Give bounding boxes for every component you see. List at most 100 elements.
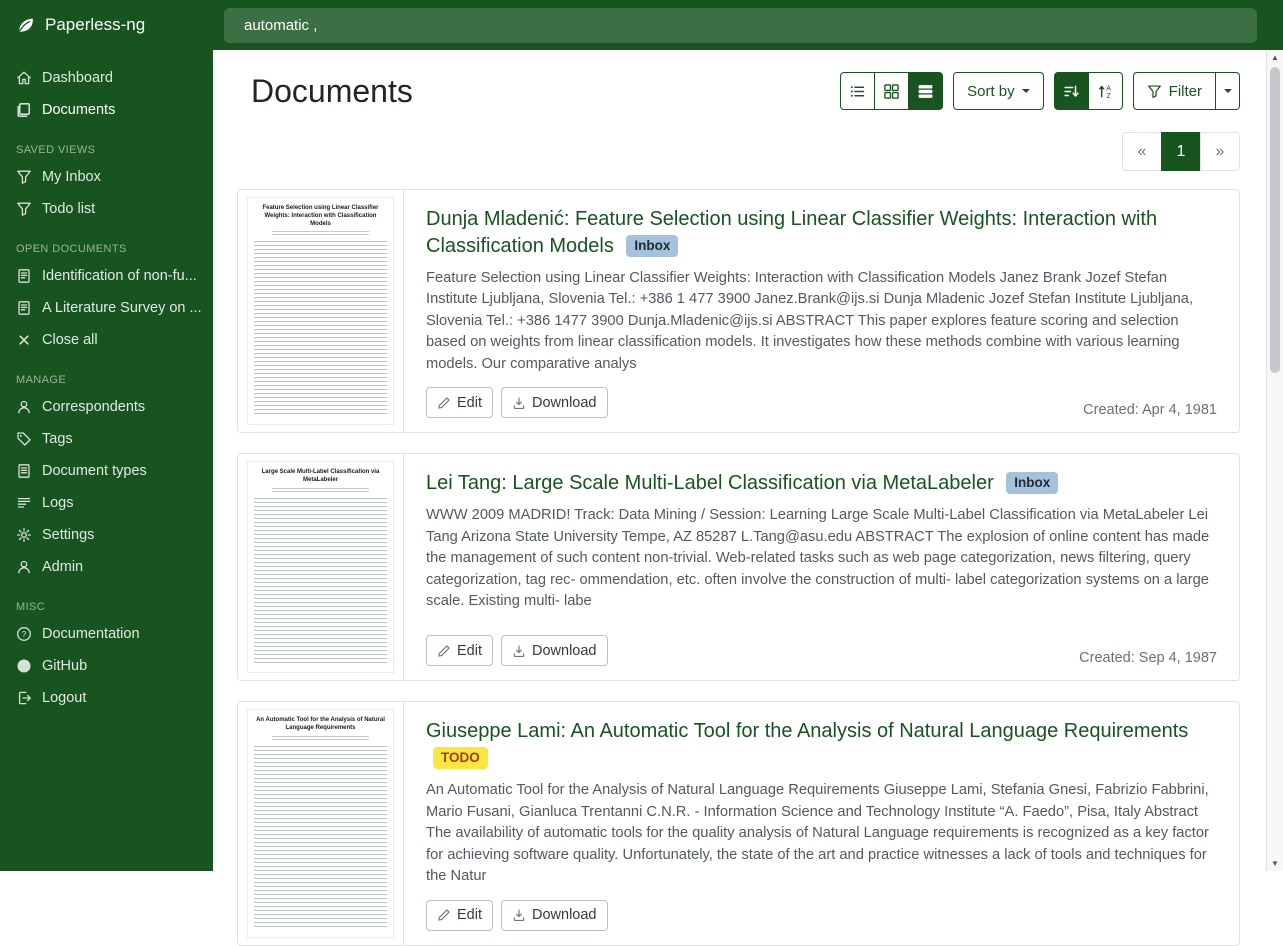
sidebar-item-label: GitHub: [42, 658, 87, 674]
top-navbar: Paperless-ng: [0, 0, 1283, 50]
created-date: Created: Sep 4, 1987: [1079, 650, 1217, 666]
document-title-row: Dunja Mladenić: Feature Selection using …: [426, 206, 1217, 260]
sort-by-dropdown[interactable]: Sort by: [953, 72, 1044, 110]
scrollbar-thumb[interactable]: [1270, 67, 1280, 373]
house-icon: [16, 70, 32, 86]
document-title-link[interactable]: Lei Tang: Large Scale Multi-Label Classi…: [426, 472, 994, 494]
scroll-up-arrow-icon[interactable]: ▲: [1267, 50, 1283, 65]
list-view-button[interactable]: [840, 72, 875, 110]
main-content: Documents: [213, 0, 1283, 946]
file-text-icon: [16, 268, 32, 284]
question-circle-icon: ?: [16, 626, 32, 642]
sort-alphabetical-button[interactable]: AZ: [1088, 72, 1123, 110]
filter-dropdown-toggle[interactable]: [1215, 72, 1240, 110]
thumbnail-page: Feature Selection using Linear Classifie…: [247, 197, 394, 425]
thumbnail-page: Large Scale Multi-Label Classification v…: [247, 461, 394, 673]
document-thumbnail[interactable]: An Automatic Tool for the Analysis of Na…: [238, 702, 404, 944]
vertical-scrollbar: ▲ ▼: [1266, 50, 1283, 871]
sidebar-item-label: Correspondents: [42, 399, 145, 415]
sort-descending-button[interactable]: [1054, 72, 1089, 110]
download-button[interactable]: Download: [501, 900, 608, 931]
download-icon: [512, 396, 526, 410]
edit-button[interactable]: Edit: [426, 387, 493, 418]
file-text-icon: [16, 463, 32, 479]
sidebar-item-correspondents[interactable]: Correspondents: [0, 391, 213, 423]
grid-view-button[interactable]: [874, 72, 909, 110]
funnel-icon: [1147, 84, 1162, 99]
thumbnail-authors: [272, 231, 369, 237]
edit-button-label: Edit: [457, 395, 482, 411]
sidebar: Dashboard Documents SAVED VIEWS My Inbox…: [0, 50, 213, 871]
document-thumbnail[interactable]: Feature Selection using Linear Classifie…: [238, 190, 404, 432]
sidebar-item-open-document-1[interactable]: Identification of non-fu...: [0, 260, 213, 292]
header-row: Documents: [251, 72, 1240, 110]
scroll-down-arrow-icon[interactable]: ▼: [1267, 856, 1283, 871]
sidebar-item-label: A Literature Survey on ...: [42, 300, 202, 316]
pagination-prev-button[interactable]: «: [1122, 132, 1162, 171]
document-card-body: Lei Tang: Large Scale Multi-Label Classi…: [404, 454, 1239, 680]
sidebar-item-document-types[interactable]: Document types: [0, 455, 213, 487]
sidebar-item-my-inbox[interactable]: My Inbox: [0, 161, 213, 193]
brand-link[interactable]: Paperless-ng: [0, 15, 213, 36]
download-button[interactable]: Download: [501, 635, 608, 666]
tag-badge[interactable]: TODO: [433, 747, 488, 769]
document-title-link[interactable]: Giuseppe Lami: An Automatic Tool for the…: [426, 720, 1188, 742]
thumbnail-title: Feature Selection using Linear Classifie…: [254, 205, 387, 228]
pencil-icon: [437, 908, 451, 922]
sidebar-item-admin[interactable]: Admin: [0, 551, 213, 583]
download-button-label: Download: [532, 643, 597, 659]
sort-by-label: Sort by: [967, 83, 1015, 100]
saved-views-section-title: SAVED VIEWS: [0, 126, 213, 161]
sidebar-item-open-document-2[interactable]: A Literature Survey on ...: [0, 292, 213, 324]
document-title-link[interactable]: Dunja Mladenić: Feature Selection using …: [426, 208, 1157, 257]
manage-section-title: MANAGE: [0, 356, 213, 391]
sidebar-item-tags[interactable]: Tags: [0, 423, 213, 455]
document-title-row: Lei Tang: Large Scale Multi-Label Classi…: [426, 470, 1217, 497]
sidebar-item-logs[interactable]: Logs: [0, 487, 213, 519]
brand-label: Paperless-ng: [45, 15, 145, 35]
grid-icon: [883, 83, 900, 100]
global-search-input[interactable]: [224, 8, 1257, 43]
document-excerpt: WWW 2009 MADRID! Track: Data Mining / Se…: [426, 505, 1217, 612]
pagination-page-1-button[interactable]: 1: [1161, 132, 1201, 171]
sidebar-item-settings[interactable]: Settings: [0, 519, 213, 551]
sidebar-item-close-all[interactable]: Close all: [0, 324, 213, 356]
svg-text:A: A: [1106, 85, 1111, 92]
paperless-leaf-icon: [15, 15, 36, 36]
pencil-icon: [437, 396, 451, 410]
edit-button-label: Edit: [457, 643, 482, 659]
download-button[interactable]: Download: [501, 387, 608, 418]
person-icon: [16, 399, 32, 415]
door-arrow-icon: [16, 690, 32, 706]
tag-badge[interactable]: Inbox: [1006, 472, 1058, 494]
document-card-footer: Edit Download Created: Sep 4, 1987: [426, 635, 1217, 666]
edit-button[interactable]: Edit: [426, 635, 493, 666]
sidebar-item-label: Documents: [42, 102, 115, 118]
gear-icon: [16, 527, 32, 543]
sidebar-item-label: Settings: [42, 527, 94, 543]
filter-split-button: Filter: [1133, 72, 1240, 110]
document-actions: Edit Download: [426, 900, 608, 931]
download-icon: [512, 908, 526, 922]
list-lines-icon: [16, 495, 32, 511]
pagination-next-button[interactable]: »: [1200, 132, 1240, 171]
thumbnail-text-lines: [254, 498, 387, 665]
tag-badge[interactable]: Inbox: [626, 235, 678, 257]
sidebar-item-documentation[interactable]: ? Documentation: [0, 618, 213, 650]
detail-view-button[interactable]: [908, 72, 943, 110]
edit-button[interactable]: Edit: [426, 900, 493, 931]
document-thumbnail[interactable]: Large Scale Multi-Label Classification v…: [238, 454, 404, 680]
download-button-label: Download: [532, 907, 597, 923]
sidebar-item-documents[interactable]: Documents: [0, 94, 213, 126]
pagination: « 1 »: [237, 132, 1240, 171]
sidebar-item-label: My Inbox: [42, 169, 101, 185]
document-card-footer: Edit Download Created: Apr 4, 1981: [426, 387, 1217, 418]
chevron-down-icon: [1224, 89, 1232, 93]
sidebar-item-dashboard[interactable]: Dashboard: [0, 62, 213, 94]
sidebar-item-todo-list[interactable]: Todo list: [0, 193, 213, 225]
sidebar-item-github[interactable]: GitHub: [0, 650, 213, 682]
sidebar-item-logout[interactable]: Logout: [0, 682, 213, 714]
filter-button[interactable]: Filter: [1133, 72, 1216, 110]
list-ul-icon: [849, 83, 866, 100]
download-icon: [512, 644, 526, 658]
